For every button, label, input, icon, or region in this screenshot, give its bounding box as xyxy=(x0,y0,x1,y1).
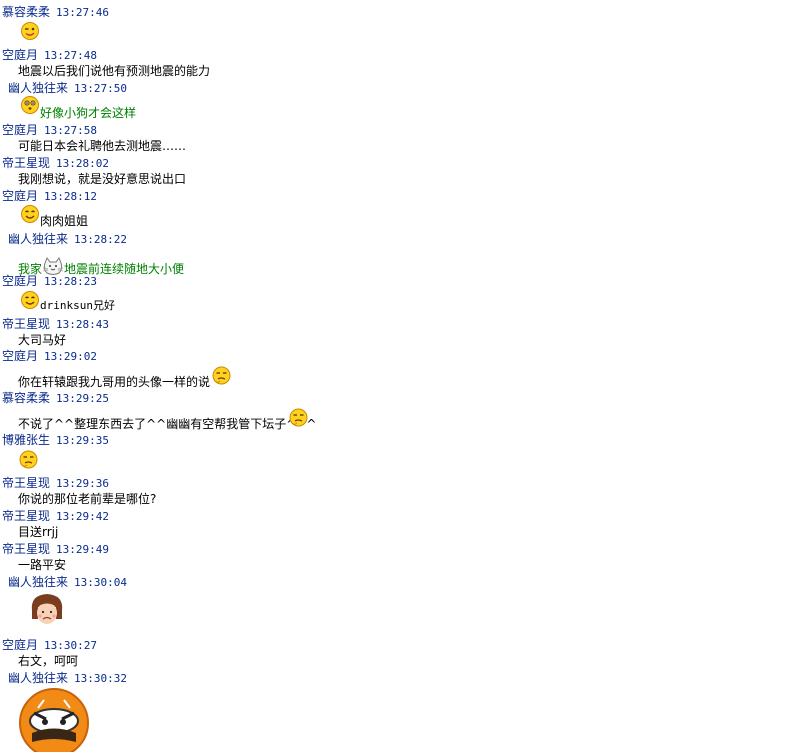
message-header: 帝王星现 13:28:43 xyxy=(2,317,109,332)
sender-name: 空庭月 xyxy=(2,123,39,137)
message-header: 空庭月 13:28:12 xyxy=(2,189,97,204)
timestamp: 13:27:50 xyxy=(74,82,127,95)
timestamp: 13:28:12 xyxy=(44,190,97,203)
timestamp: 13:29:25 xyxy=(56,392,109,405)
message-text: 右文，呵呵 xyxy=(18,654,79,668)
wink-smiley-icon xyxy=(20,21,40,41)
message-header: 空庭月 13:27:58 xyxy=(2,123,97,138)
timestamp: 13:29:36 xyxy=(56,477,109,490)
message-text: 你说的那位老前辈是哪位? xyxy=(18,492,157,506)
sender-name: 幽人独往来 xyxy=(8,575,69,589)
timestamp: 13:27:58 xyxy=(44,124,97,137)
timestamp: 13:28:02 xyxy=(56,157,109,170)
timestamp: 13:28:43 xyxy=(56,318,109,331)
sender-name: 帝王星现 xyxy=(2,317,51,331)
sender-name: 幽人独往来 xyxy=(8,671,69,685)
message-text: 一路平安 xyxy=(18,558,67,572)
message-text: drinksun兄好 xyxy=(40,299,115,312)
message-header: 幽人独往来 13:30:04 xyxy=(8,575,127,590)
angry-face-icon xyxy=(18,686,90,752)
message-text: 好像小狗才会这样 xyxy=(40,106,137,120)
message-header: 空庭月 13:27:48 xyxy=(2,48,97,63)
timestamp: 13:30:27 xyxy=(44,639,97,652)
timestamp: 13:29:42 xyxy=(56,510,109,523)
smile-icon xyxy=(20,204,40,224)
sender-name: 帝王星现 xyxy=(2,156,51,170)
sender-name: 帝王星现 xyxy=(2,509,51,523)
sender-name: 帝王星现 xyxy=(2,542,51,556)
message-text: 我刚想说，就是没好意思说出口 xyxy=(18,172,187,186)
surprised-smiley-icon xyxy=(20,95,40,115)
timestamp: 13:29:02 xyxy=(44,350,97,363)
message-text: 肉肉姐姐 xyxy=(40,214,89,228)
message-header: 帝王星现 13:29:49 xyxy=(2,542,109,557)
sad-girl-icon xyxy=(28,591,66,629)
smile-icon xyxy=(20,290,40,310)
message-text: 可能日本会礼聘他去测地震…… xyxy=(18,139,187,153)
message-header: 空庭月 13:30:27 xyxy=(2,638,97,653)
message-text: 大司马好 xyxy=(18,333,67,347)
timestamp: 13:28:22 xyxy=(74,233,127,246)
message-header: 慕容柔柔 13:27:46 xyxy=(2,5,109,20)
sender-name: 幽人独往来 xyxy=(8,81,69,95)
timestamp: 13:27:48 xyxy=(44,49,97,62)
timestamp: 13:28:23 xyxy=(44,275,97,288)
sender-name: 慕容柔柔 xyxy=(2,391,51,405)
message-text: 不说了^^整理东西去了^^幽幽有空帮我管下坛子^^^ xyxy=(18,417,317,431)
sender-name: 帝王星现 xyxy=(2,476,51,490)
message-header: 空庭月 13:29:02 xyxy=(2,349,97,364)
timestamp: 13:30:32 xyxy=(74,672,127,685)
sender-name: 博雅张生 xyxy=(2,433,51,447)
message-header: 博雅张生 13:29:35 xyxy=(2,433,109,448)
timestamp: 13:29:49 xyxy=(56,543,109,556)
message-header: 帝王星现 13:29:36 xyxy=(2,476,109,491)
message-header: 幽人独往来 13:28:22 xyxy=(8,232,127,247)
thinking-smiley-icon xyxy=(211,365,232,386)
timestamp: 13:27:46 xyxy=(56,6,109,19)
message-text: 地震以后我们说他有预测地震的能力 xyxy=(18,64,211,78)
sender-name: 空庭月 xyxy=(2,349,39,363)
sender-name: 空庭月 xyxy=(2,274,39,288)
message-header: 帝王星现 13:29:42 xyxy=(2,509,109,524)
sender-name: 幽人独往来 xyxy=(8,232,69,246)
thinking-smiley-icon xyxy=(288,407,309,428)
sender-name: 空庭月 xyxy=(2,189,39,203)
timestamp: 13:29:35 xyxy=(56,434,109,447)
message-header: 幽人独往来 13:30:32 xyxy=(8,671,127,686)
message-header: 帝王星现 13:28:02 xyxy=(2,156,109,171)
message-header: 慕容柔柔 13:29:25 xyxy=(2,391,109,406)
sender-name: 空庭月 xyxy=(2,48,39,62)
thinking-smiley-icon xyxy=(18,449,39,470)
message-header: 幽人独往来 13:27:50 xyxy=(8,81,127,96)
timestamp: 13:30:04 xyxy=(74,576,127,589)
message-text: 你在轩辕跟我九哥用的头像一样的说 xyxy=(18,375,211,389)
message-header: 空庭月 13:28:23 xyxy=(2,274,97,289)
sender-name: 慕容柔柔 xyxy=(2,5,51,19)
message-text: 目送rrjj xyxy=(18,525,59,539)
sender-name: 空庭月 xyxy=(2,638,39,652)
